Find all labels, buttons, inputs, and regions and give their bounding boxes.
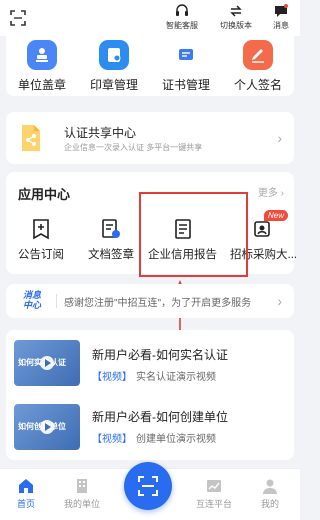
procurement-icon xyxy=(253,221,270,237)
share-center-title: 认证共享中心 xyxy=(64,126,137,140)
chevron-right-icon: › xyxy=(277,293,282,309)
message-center-logo: 消息 中心 xyxy=(18,290,46,310)
tab-label: 首页 xyxy=(16,499,35,509)
video-tag: 【视频】 xyxy=(92,372,132,383)
logo-line-2: 中心 xyxy=(22,300,41,310)
video-tag: 【视频】 xyxy=(92,434,132,445)
feed-item-subtitle: 【视频】 实名认证演示视频 xyxy=(92,368,216,383)
quick-item-label: 印章管理 xyxy=(89,78,138,92)
play-icon xyxy=(40,420,54,434)
quick-item-label: 单位盖章 xyxy=(17,78,66,92)
quick-item-certificate[interactable]: 证书管理 xyxy=(150,36,222,96)
message-center-bar[interactable]: 消息 中心 感谢您注册"中招互连"，为了开启更多服务 › xyxy=(6,284,294,318)
message-button[interactable]: 消息 xyxy=(268,4,294,31)
divider xyxy=(56,294,57,308)
bookmark-plus-icon xyxy=(33,219,49,240)
share-center-card[interactable]: 认证共享中心 企业信息一次录入认证 多平台一键共享 › xyxy=(6,112,294,164)
tab-label: 我的 xyxy=(260,499,279,509)
seal-manage-icon xyxy=(99,40,129,70)
app-center-more-link[interactable]: 更多 › xyxy=(258,184,284,199)
quick-item-signature[interactable]: 个人签名 xyxy=(222,36,294,96)
logo-line-1: 消息 xyxy=(22,290,41,300)
scan-center-button[interactable] xyxy=(124,462,172,510)
quick-item-unit-stamp[interactable]: 单位盖章 xyxy=(6,36,78,96)
chart-icon xyxy=(207,480,221,492)
tab-home[interactable]: 首页 xyxy=(0,477,56,510)
feed-item-desc: 创建单位演示视频 xyxy=(136,434,216,445)
quick-actions: 单位盖章 印章管理 证书管理 个人签名 xyxy=(6,36,294,96)
share-center-subtitle: 企业信息一次录入认证 多平台一键共享 xyxy=(64,143,203,152)
quick-item-label: 个人签名 xyxy=(233,78,282,92)
quick-item-label: 证书管理 xyxy=(161,78,210,92)
more-label: 更多 xyxy=(257,188,278,199)
switch-version-label: 切换版本 xyxy=(220,21,252,30)
feed-item-desc: 实名认证演示视频 xyxy=(136,372,216,383)
scan-icon[interactable] xyxy=(10,10,26,26)
feed-item-title[interactable]: 新用户必看-如何创建单位 xyxy=(92,408,228,425)
quick-item-seal-manage[interactable]: 印章管理 xyxy=(78,36,150,96)
document-sign-icon xyxy=(102,219,120,238)
video-thumbnail[interactable]: 如何实名认证 xyxy=(14,340,80,386)
tab-my-unit[interactable]: 我的单位 xyxy=(52,477,112,510)
tab-platform[interactable]: 互连平台 xyxy=(184,477,244,510)
certificate-icon xyxy=(171,40,201,70)
headset-icon xyxy=(176,4,188,16)
message-center-text: 感谢您注册"中招互连"，为了开启更多服务 xyxy=(64,298,252,309)
stamp-icon xyxy=(27,40,57,70)
app-item-notice-subscribe[interactable]: 公告订阅 xyxy=(18,218,64,262)
user-icon xyxy=(263,479,277,494)
signature-icon xyxy=(243,40,273,70)
chevron-right-icon: › xyxy=(277,130,282,146)
share-document-icon xyxy=(22,125,40,151)
app-center-title: 应用中心 xyxy=(18,187,71,202)
tab-mine[interactable]: 我的 xyxy=(240,477,300,510)
app-item-label: 公告订阅 xyxy=(18,249,64,261)
building-icon xyxy=(77,479,87,493)
app-item-label: 文档签章 xyxy=(88,249,134,261)
message-icon xyxy=(275,4,288,17)
customer-service-label: 智能客服 xyxy=(166,21,198,30)
switch-version-button[interactable]: 切换版本 xyxy=(214,4,258,31)
feed-item-subtitle: 【视频】 创建单位演示视频 xyxy=(92,430,216,445)
scan-icon xyxy=(138,476,158,496)
highlight-box xyxy=(139,192,248,277)
video-thumbnail[interactable]: 如何创建单位 xyxy=(14,404,80,450)
tab-label: 我的单位 xyxy=(63,499,100,509)
message-label: 消息 xyxy=(273,21,289,30)
video-feed: 如何实名认证 新用户必看-如何实名认证 【视频】实名认证演示视频 如何创建单位 … xyxy=(6,330,294,460)
play-icon xyxy=(40,356,54,370)
customer-service-button[interactable]: 智能客服 xyxy=(160,4,204,31)
switch-icon xyxy=(230,5,242,17)
app-item-document-sign[interactable]: 文档签章 xyxy=(88,218,134,262)
home-icon xyxy=(19,479,33,493)
new-badge: New xyxy=(264,210,289,221)
top-bar: 智能客服 切换版本 消息 xyxy=(0,0,300,36)
feed-item-title[interactable]: 新用户必看-如何实名认证 xyxy=(92,346,228,363)
tab-label: 互连平台 xyxy=(195,499,232,509)
